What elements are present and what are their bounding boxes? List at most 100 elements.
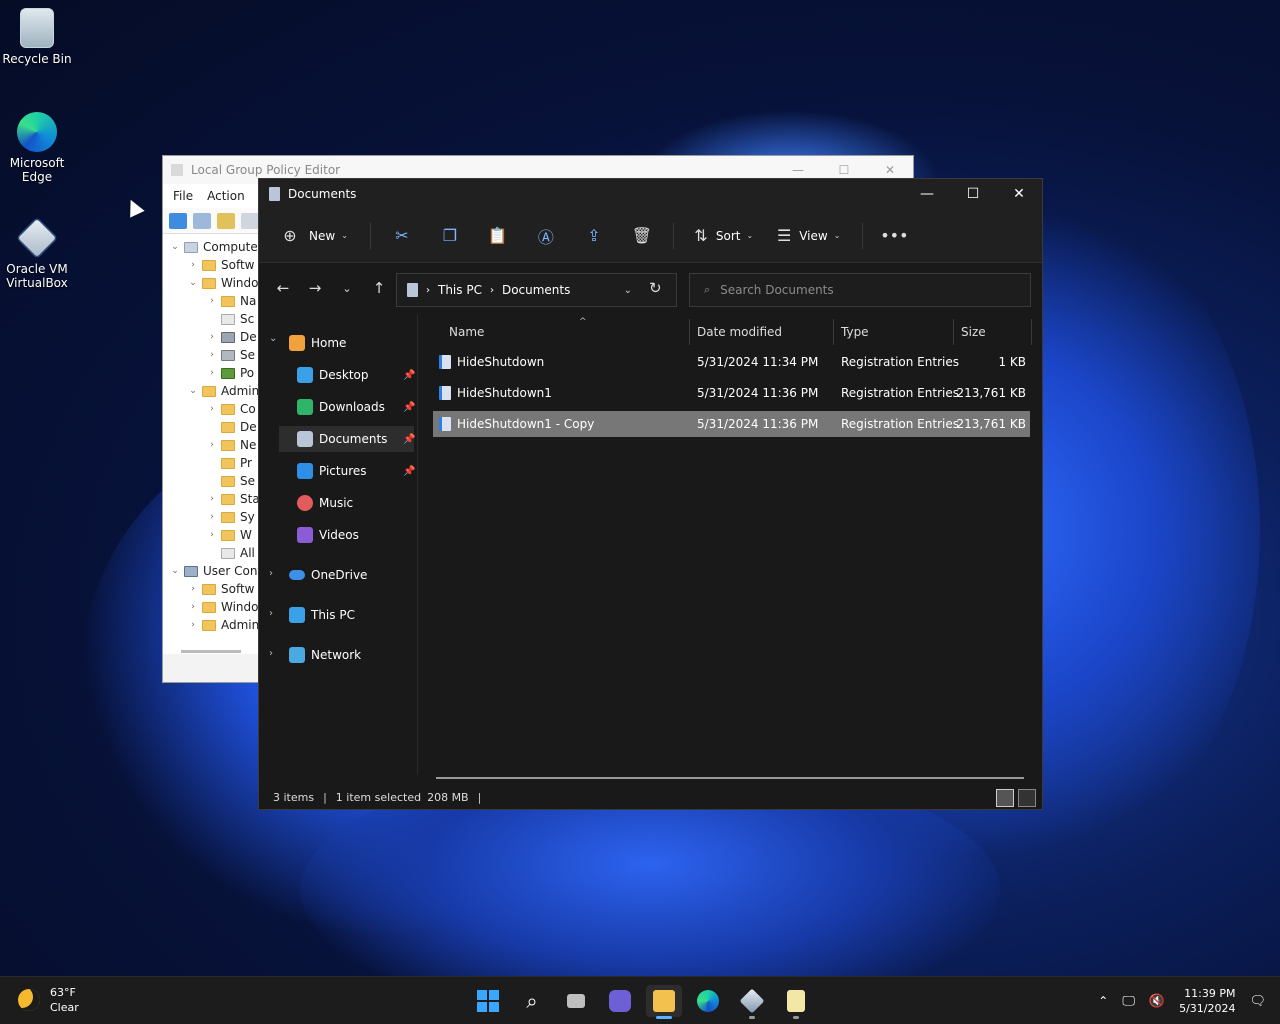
paste-icon[interactable]: 📋 — [485, 223, 511, 249]
search-placeholder: Search Documents — [720, 283, 834, 297]
recent-locations-chevron-icon[interactable]: ⌄ — [333, 282, 361, 295]
search-icon: ⌕ — [526, 989, 538, 1013]
file-row[interactable]: HideShutdown 5/31/2024 11:34 PM Registra… — [433, 349, 1030, 375]
edge-taskbar-button[interactable] — [690, 985, 726, 1017]
pane-divider[interactable] — [417, 315, 418, 775]
gpe-menu-action[interactable]: Action — [207, 189, 245, 203]
copy-icon[interactable]: ❐ — [437, 223, 463, 249]
search-button[interactable]: ⌕ — [514, 985, 550, 1017]
start-button[interactable] — [470, 985, 506, 1017]
cut-icon[interactable]: ✂ — [389, 223, 415, 249]
new-button[interactable]: ⊕ New ⌄ — [277, 223, 348, 249]
forward-arrow-icon[interactable]: → — [301, 279, 329, 297]
chevron-down-icon[interactable]: ⌄ — [269, 333, 277, 344]
edge-icon — [17, 112, 57, 152]
nav-item-videos[interactable]: Videos — [297, 522, 414, 548]
desktop-icon-virtualbox[interactable]: Oracle VM VirtualBox — [0, 216, 74, 290]
delete-icon[interactable]: 🗑 — [629, 223, 655, 249]
forward-arrow-icon[interactable] — [193, 212, 211, 229]
divider — [862, 222, 864, 249]
column-header-date-modified[interactable]: Date modified — [697, 319, 833, 345]
address-bar[interactable]: › This PC › Documents ⌄ — [396, 273, 677, 307]
clock-date: 5/31/2024 — [1179, 1002, 1236, 1015]
status-divider: | — [477, 790, 482, 804]
file-explorer-window[interactable]: Documents — ☐ ✕ ⊕ New ⌄ ✂ ❐ 📋 Ⓐ ⇪ 🗑 ⇅ So… — [258, 178, 1043, 810]
chevron-right-icon[interactable]: › — [269, 648, 273, 659]
divider — [369, 222, 371, 249]
rename-icon[interactable]: Ⓐ — [533, 223, 559, 249]
maximize-button[interactable]: ☐ — [950, 179, 996, 209]
chat-icon — [609, 990, 631, 1012]
chevron-right-icon[interactable]: › — [269, 568, 273, 579]
folder-icon — [653, 990, 675, 1012]
taskbar-apps: ⌕ — [470, 985, 814, 1019]
sort-button[interactable]: ⇅ Sort ⌄ — [692, 223, 753, 249]
task-view-button[interactable] — [558, 985, 594, 1017]
gpe-menu-file[interactable]: File — [173, 189, 193, 203]
column-header-name[interactable]: Name ^ — [449, 317, 689, 345]
nav-item-onedrive[interactable]: OneDrive — [289, 562, 414, 588]
desktop-icon-edge[interactable]: Microsoft Edge — [0, 112, 74, 184]
back-arrow-icon[interactable] — [169, 212, 187, 229]
column-header-type[interactable]: Type — [841, 319, 953, 345]
recycle-bin-icon — [20, 8, 54, 48]
explorer-title-bar[interactable]: Documents — ☐ ✕ — [259, 179, 1042, 209]
column-divider[interactable] — [1031, 319, 1032, 345]
documents-folder-icon — [269, 187, 280, 201]
nav-item-downloads[interactable]: Downloads 📌 — [297, 394, 415, 420]
share-icon[interactable]: ⇪ — [581, 223, 607, 249]
status-divider: | — [323, 790, 327, 804]
gpe-minimize-button[interactable]: — — [775, 163, 821, 177]
column-divider[interactable] — [689, 319, 690, 345]
gpe-maximize-button[interactable]: ☐ — [821, 163, 867, 177]
column-divider[interactable] — [953, 319, 954, 345]
show-hidden-icons-chevron-icon[interactable]: ⌃ — [1098, 994, 1108, 1008]
nav-item-network[interactable]: Network — [289, 642, 414, 668]
horizontal-scrollbar[interactable] — [436, 777, 1024, 779]
close-button[interactable]: ✕ — [996, 179, 1042, 209]
notifications-icon[interactable]: 🗨 — [1249, 994, 1266, 1009]
up-arrow-icon[interactable]: ↑ — [365, 279, 393, 297]
details-view-icon[interactable] — [996, 789, 1014, 807]
weather-temperature: 63°F — [50, 986, 76, 999]
file-row-selected[interactable]: HideShutdown1 - Copy 5/31/2024 11:36 PM … — [433, 411, 1030, 437]
back-arrow-icon[interactable]: ← — [269, 279, 297, 297]
clock[interactable]: 11:39 PM 5/31/2024 — [1179, 986, 1235, 1016]
nav-item-this-pc[interactable]: This PC — [289, 602, 414, 628]
group-policy-taskbar-button[interactable] — [778, 985, 814, 1019]
show-hide-tree-icon[interactable] — [241, 212, 259, 229]
nav-item-music[interactable]: Music — [297, 490, 414, 516]
view-toggle — [996, 789, 1036, 807]
search-input[interactable]: ⌕ Search Documents — [689, 273, 1031, 307]
gpe-horizontal-scrollbar[interactable] — [181, 650, 241, 653]
column-divider[interactable] — [833, 319, 834, 345]
tiles-view-icon[interactable] — [1018, 789, 1036, 807]
nav-item-pictures[interactable]: Pictures 📌 — [297, 458, 415, 484]
address-dropdown-chevron-icon[interactable]: ⌄ — [624, 285, 632, 296]
status-bar: 3 items | 1 item selected 208 MB | — [259, 785, 1042, 809]
virtualbox-taskbar-button[interactable] — [734, 985, 770, 1019]
minimize-button[interactable]: — — [904, 179, 950, 209]
volume-muted-icon[interactable]: 🔇 — [1149, 994, 1165, 1009]
nav-item-home[interactable]: Home — [289, 330, 414, 356]
breadcrumb-this-pc[interactable]: This PC — [438, 283, 482, 297]
view-button[interactable]: ☰ View ⌄ — [775, 223, 840, 249]
more-options-icon[interactable]: ••• — [880, 223, 908, 249]
nav-item-documents[interactable]: Documents 📌 — [279, 426, 415, 452]
chevron-down-icon: ⌄ — [746, 231, 754, 240]
file-explorer-taskbar-button[interactable] — [646, 985, 682, 1019]
refresh-icon[interactable]: ↻ — [649, 279, 662, 297]
desktop-icon-recycle-bin[interactable]: Recycle Bin — [0, 8, 74, 66]
up-folder-icon[interactable] — [217, 212, 235, 229]
gpe-close-button[interactable]: ✕ — [867, 163, 913, 177]
breadcrumb-documents[interactable]: Documents — [502, 283, 570, 297]
network-icon[interactable]: 🖵 — [1122, 994, 1135, 1009]
chevron-right-icon[interactable]: › — [269, 608, 273, 619]
column-header-size[interactable]: Size — [961, 319, 1031, 345]
nav-item-desktop[interactable]: Desktop 📌 — [297, 362, 415, 388]
file-row[interactable]: HideShutdown1 5/31/2024 11:36 PM Registr… — [433, 380, 1030, 406]
pictures-icon — [297, 463, 313, 479]
chat-button[interactable] — [602, 985, 638, 1017]
weather-widget[interactable]: 63°F Clear — [18, 985, 79, 1015]
documents-location-icon — [407, 283, 418, 297]
